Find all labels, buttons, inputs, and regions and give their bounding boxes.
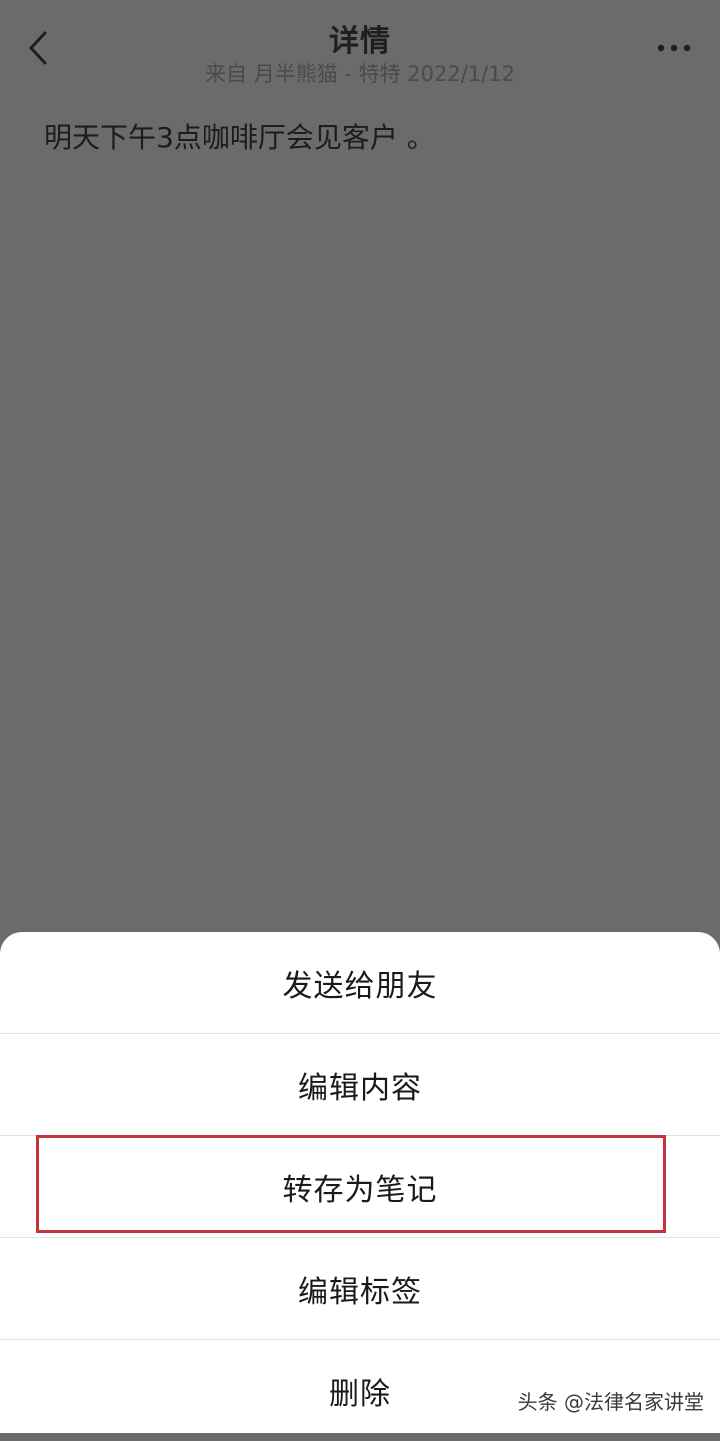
note-detail-screen: 详情 来自 月半熊猫 - 特特 2022/1/12 明天下午3点咖啡厅会见客户 … <box>0 0 720 1433</box>
more-horizontal-icon <box>657 44 691 52</box>
note-content-text: 明天下午3点咖啡厅会见客户 。 <box>44 121 435 154</box>
page-title: 详情 <box>329 24 391 59</box>
save-as-note-button[interactable]: 转存为笔记 <box>0 1136 720 1237</box>
edit-content-button[interactable]: 编辑内容 <box>0 1034 720 1135</box>
action-sheet: 发送给朋友 编辑内容 转存为笔记 编辑标签 删除 <box>0 932 720 1433</box>
watermark-text: 头条 @法律名家讲堂 <box>517 1390 704 1414</box>
note-source-subtitle: 来自 月半熊猫 - 特特 2022/1/12 <box>205 62 515 86</box>
edit-tags-button[interactable]: 编辑标签 <box>0 1238 720 1339</box>
header: 详情 来自 月半熊猫 - 特特 2022/1/12 <box>0 0 720 100</box>
more-options-button[interactable] <box>654 36 694 60</box>
send-to-friend-button[interactable]: 发送给朋友 <box>0 932 720 1033</box>
